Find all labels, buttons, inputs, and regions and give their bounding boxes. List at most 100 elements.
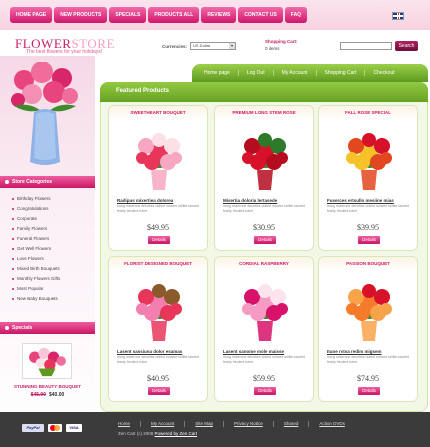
- product-description: Irung mixerone delorties dolled rolovee …: [327, 355, 410, 364]
- special-bouquet-image[interactable]: [22, 343, 72, 379]
- tagline: The best flowers for your holidays!: [26, 49, 103, 55]
- product-image[interactable]: [334, 124, 404, 194]
- product-category-label: CORDIAL RASPBERRY: [215, 257, 313, 271]
- nav-new-products[interactable]: NEW PRODUCTS: [54, 7, 108, 23]
- top-navigation: HOME PAGE NEW PRODUCTS SPECIALS PRODUCTS…: [10, 7, 365, 23]
- product-category-label: PREMIUM LONG STEM ROSE: [215, 106, 313, 120]
- details-button[interactable]: Details: [358, 387, 380, 395]
- category-item[interactable]: Funeral Flowers: [0, 234, 95, 244]
- copyright: Zen Cart (c) 2008 Powered by Zen Cart: [118, 431, 197, 436]
- category-item[interactable]: Family Flowers: [0, 224, 95, 234]
- special-price: $45.90 $40.00: [0, 392, 95, 398]
- product-category-label: SWEETHEART BOUQUET: [109, 106, 207, 120]
- powered-by-link[interactable]: Powered by Zen Cart: [155, 431, 198, 436]
- footer-link-home[interactable]: Home: [118, 421, 142, 427]
- product-name[interactable]: Radipus mixertiea dolorea: [117, 198, 173, 203]
- shopping-cart-summary[interactable]: Shopping Cart: 0 items: [265, 38, 298, 52]
- currencies-label: Currencies:: [162, 43, 188, 49]
- category-item[interactable]: Birthday Flowers: [0, 194, 95, 204]
- category-item[interactable]: Congratulations: [0, 204, 95, 214]
- special-product-name[interactable]: STUNNING BEAUTY BOUQUET: [0, 384, 95, 389]
- product-price: $59.95: [253, 374, 275, 383]
- nav-reviews[interactable]: REVIEWS: [201, 7, 237, 23]
- product-category-label: PASSION BOUQUET: [319, 257, 417, 271]
- details-button[interactable]: Details: [358, 236, 380, 244]
- details-button[interactable]: Details: [254, 387, 276, 395]
- store-categories-title: Store Categories: [0, 176, 95, 188]
- product-card[interactable]: CORDIAL RASPBERRY Lasent sanome mole mais…: [214, 256, 314, 402]
- currency-select[interactable]: US Dollar ▾: [190, 42, 237, 50]
- tab-my-account[interactable]: My Account: [274, 70, 317, 76]
- tab-checkout[interactable]: Checkout: [365, 70, 402, 76]
- category-item[interactable]: Love Flowers: [0, 254, 95, 264]
- product-price: $40.95: [147, 374, 169, 383]
- nav-specials[interactable]: SPECIALS: [109, 7, 147, 23]
- details-button[interactable]: Details: [148, 236, 170, 244]
- product-image[interactable]: [230, 275, 300, 345]
- nav-contact-us[interactable]: CONTACT US: [238, 7, 283, 23]
- search-input[interactable]: [340, 42, 392, 50]
- english-flag-icon[interactable]: [392, 12, 404, 20]
- product-image[interactable]: [124, 275, 194, 345]
- top-bar: HOME PAGE NEW PRODUCTS SPECIALS PRODUCTS…: [0, 0, 430, 30]
- paypal-icon: PayPal: [22, 424, 44, 432]
- special-new-price: $40.00: [49, 392, 65, 398]
- search-button[interactable]: Search: [395, 41, 418, 51]
- category-item[interactable]: New Baby Bouquets: [0, 294, 95, 304]
- category-item[interactable]: Monthly Flowers Gifts: [0, 274, 95, 284]
- category-item[interactable]: Most Popular: [0, 284, 95, 294]
- visa-icon: VISA: [66, 424, 82, 432]
- product-price: $74.95: [357, 374, 379, 383]
- product-card[interactable]: FALL ROSE SPECIAL Fuserces ertsullo mesii…: [318, 105, 418, 251]
- product-name[interactable]: Fuserces ertsullo mesiine mias: [327, 198, 394, 203]
- product-description: Irung mixerone delorties dolled rolovee …: [327, 204, 410, 213]
- product-category-label: FLORIST DESIGNED BOUQUET: [109, 257, 207, 271]
- details-button[interactable]: Details: [254, 236, 276, 244]
- footer-link-my-account[interactable]: My Account: [141, 421, 186, 427]
- details-button[interactable]: Details: [148, 387, 170, 395]
- product-price: $30.95: [253, 223, 275, 232]
- special-old-price: $45.90: [30, 392, 46, 398]
- category-item[interactable]: Corporate: [0, 214, 95, 224]
- product-image[interactable]: [334, 275, 404, 345]
- cart-title: Shopping Cart:: [265, 39, 298, 44]
- footer-links: Home My Account Site Map Privacy Notice …: [118, 421, 355, 427]
- product-description: Irung mixerone delorties dolled rolovee …: [117, 355, 200, 364]
- product-card[interactable]: PASSION BOUQUET Itune rvtva redim migsem I…: [318, 256, 418, 402]
- product-description: Irung mixerone delorties dolled rolovee …: [117, 204, 200, 213]
- footer-link-shared[interactable]: Shared: [274, 421, 310, 427]
- product-image[interactable]: [124, 124, 194, 194]
- category-item[interactable]: Mixed Birth Bouquets: [0, 264, 95, 274]
- footer-link-site-map[interactable]: Site Map: [185, 421, 225, 427]
- cart-items-count: 0 items: [265, 46, 280, 51]
- product-card[interactable]: PREMIUM LONG STEM ROSE Misertia doloria l…: [214, 105, 314, 251]
- specials-title: Specials: [0, 322, 95, 334]
- account-tabs: Home page Log Out My Account Shopping Ca…: [192, 64, 428, 82]
- currencies-selector: Currencies: US Dollar ▾: [162, 42, 237, 50]
- tab-shopping-cart[interactable]: Shopping Cart: [317, 70, 366, 76]
- footer-link-action-dvds[interactable]: Action DVDs: [309, 421, 355, 427]
- product-card[interactable]: FLORIST DESIGNED BOUQUET Lasent sassiuna …: [108, 256, 208, 402]
- product-name[interactable]: Lasent sassiuna dolor esamas: [117, 349, 182, 354]
- category-item[interactable]: Get Well Flowers: [0, 244, 95, 254]
- product-name[interactable]: Itune rvtva redim migsem: [327, 349, 382, 354]
- nav-products-all[interactable]: PRODUCTS ALL: [148, 7, 200, 23]
- mastercard-icon: [48, 424, 62, 432]
- tab-log-out[interactable]: Log Out: [239, 70, 274, 76]
- product-price: $39.95: [357, 223, 379, 232]
- nav-home-page[interactable]: HOME PAGE: [10, 7, 53, 23]
- currency-value: US Dollar: [193, 43, 211, 48]
- chevron-down-icon: ▾: [229, 43, 236, 49]
- product-category-label: FALL ROSE SPECIAL: [319, 106, 417, 120]
- product-description: Irung mixerone delorties dolled rolovee …: [223, 355, 306, 364]
- footer-link-privacy-notice[interactable]: Privacy Notice: [224, 421, 274, 427]
- product-image[interactable]: [230, 124, 300, 194]
- category-list: Birthday Flowers Congratulations Corpora…: [0, 194, 95, 304]
- product-name[interactable]: Misertia doloria lertasede: [223, 198, 277, 203]
- tab-home-page[interactable]: Home page: [196, 70, 239, 76]
- product-card[interactable]: SWEETHEART BOUQUET Radipus mixertiea dolo…: [108, 105, 208, 251]
- copyright-text: Zen Cart (c) 2008: [118, 431, 154, 436]
- product-price: $49.95: [147, 223, 169, 232]
- product-name[interactable]: Lasent sanome mole maisse: [223, 349, 284, 354]
- nav-faq[interactable]: FAQ: [284, 7, 308, 23]
